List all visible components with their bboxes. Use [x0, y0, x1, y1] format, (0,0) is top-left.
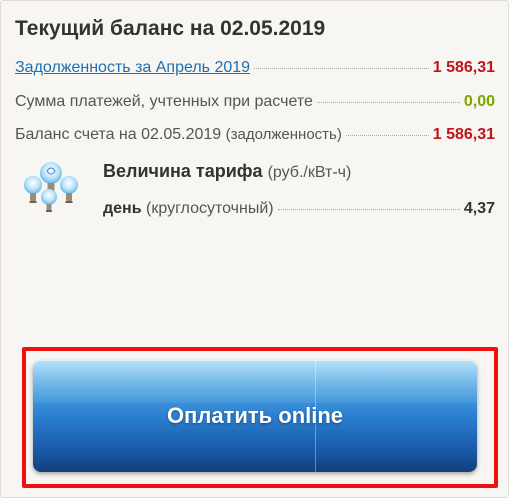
dot-leader — [277, 209, 460, 210]
dot-leader — [316, 102, 460, 103]
debt-row: Задолженность за Апрель 2019 1 586,31 — [15, 59, 495, 77]
dot-leader — [254, 68, 429, 69]
tariff-heading: Величина тарифа (руб./кВт-ч) — [103, 161, 351, 182]
debt-period-link[interactable]: Задолженность за Апрель 2019 — [15, 59, 250, 76]
debt-value: 1 586,31 — [432, 59, 495, 76]
debt-label: Задолженность за Апрель 2019 — [15, 59, 250, 77]
payments-label: Сумма платежей, учтенных при расчете — [15, 93, 313, 110]
balance-panel: Текущий баланс на 02.05.2019 Задолженнос… — [0, 0, 509, 498]
tariff-unit: (руб./кВт-ч) — [267, 164, 352, 181]
account-balance-text: Баланс счета на 02.05.2019 — [15, 126, 222, 143]
payments-row: Сумма платежей, учтенных при расчете 0,0… — [15, 93, 495, 111]
account-balance-note: (задолженность) — [225, 126, 342, 143]
pay-online-button[interactable]: Оплатить online — [33, 360, 477, 472]
tariff-title-text: Величина тарифа — [103, 161, 263, 181]
tariff-day-label: день (круглосуточный) — [103, 200, 274, 218]
payments-value: 0,00 — [463, 93, 495, 110]
tariff-day-note: (круглосуточный) — [146, 200, 274, 217]
dot-leader — [345, 135, 429, 136]
tariff-day-value: 4,37 — [463, 200, 495, 217]
tariff-day-text: день — [103, 200, 142, 217]
balance-title: Текущий баланс на 02.05.2019 — [15, 17, 326, 40]
tariff-day-row: день (круглосуточный) 4,37 — [103, 200, 495, 218]
light-bulbs-icon — [24, 162, 78, 212]
account-balance-value: 1 586,31 — [432, 126, 495, 143]
account-balance-label: Баланс счета на 02.05.2019 (задолженност… — [15, 126, 342, 144]
account-balance-row: Баланс счета на 02.05.2019 (задолженност… — [15, 126, 495, 144]
pay-online-label: Оплатить online — [166, 403, 344, 428]
